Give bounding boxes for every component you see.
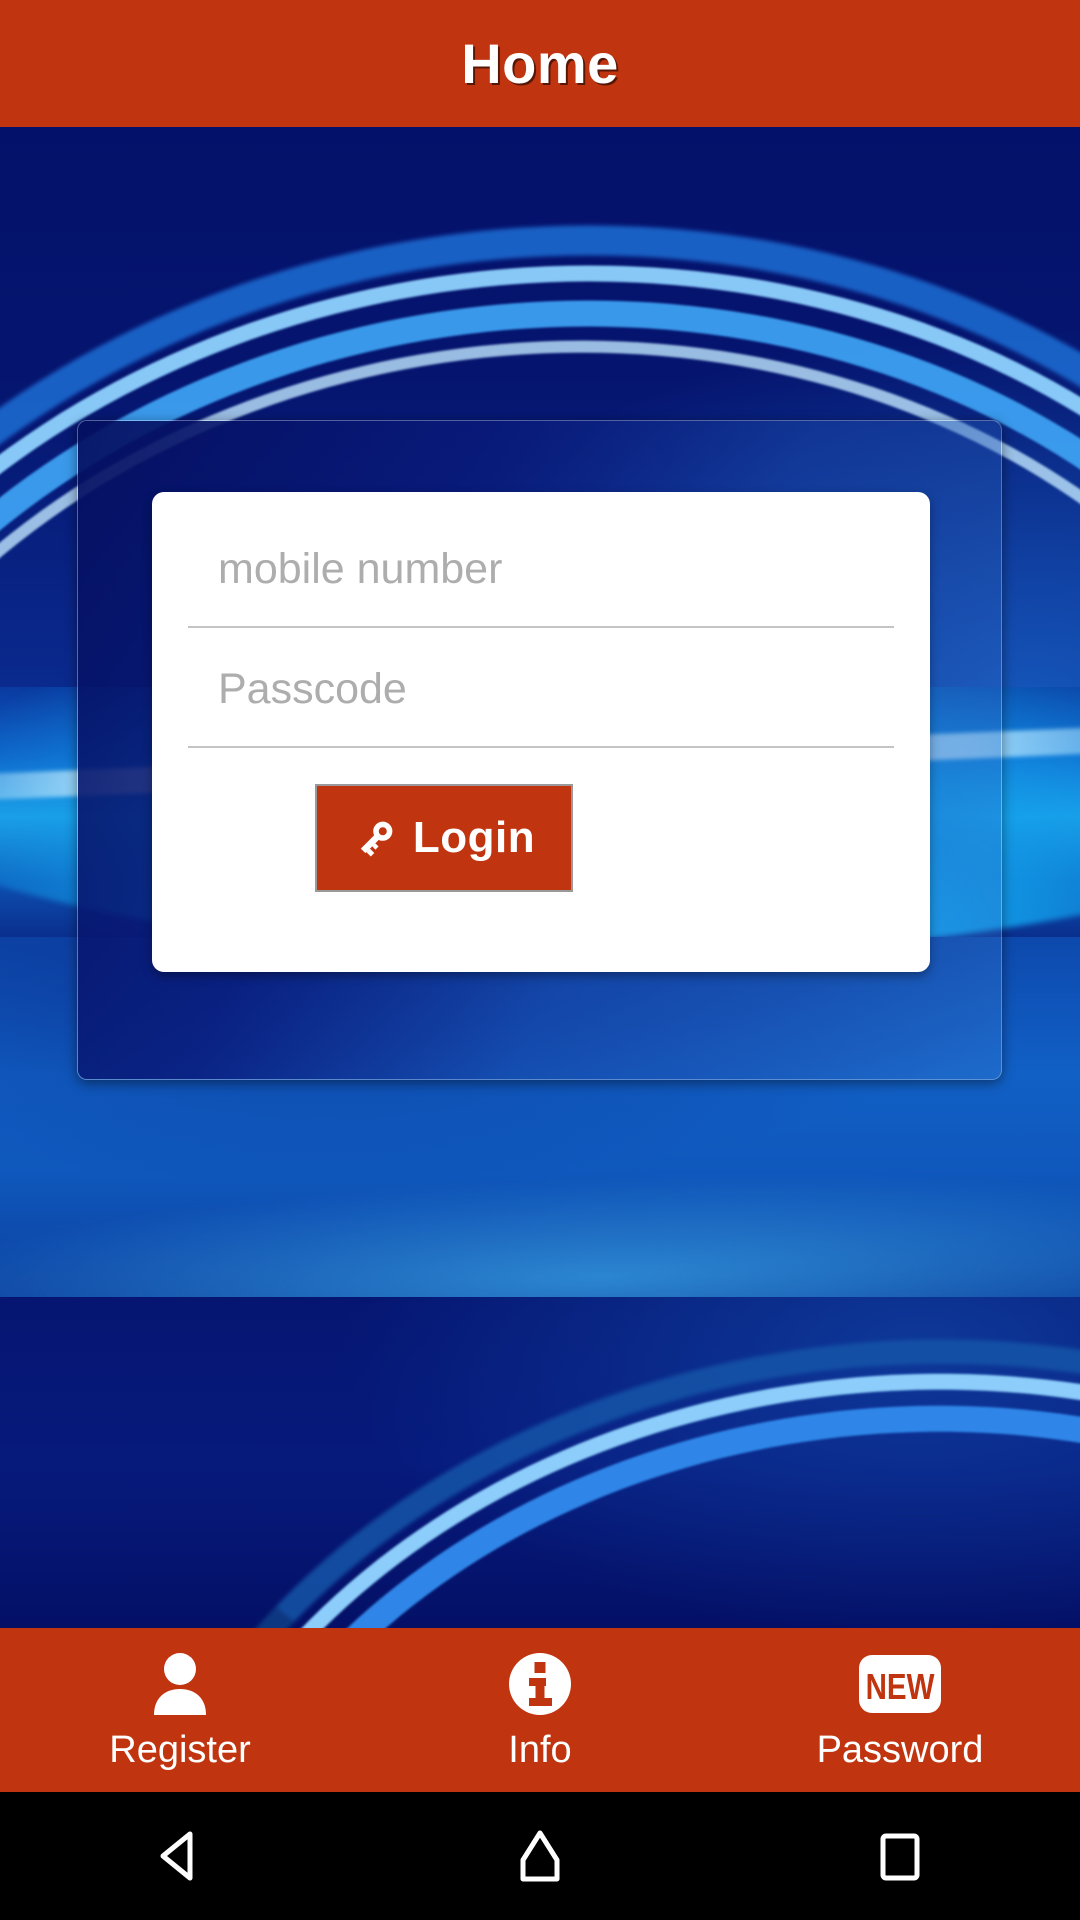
login-button-label: Login (412, 813, 536, 862)
tab-password-label: Password (816, 1728, 984, 1771)
login-card: Login (152, 492, 930, 972)
nav-home-button[interactable] (360, 1792, 720, 1920)
mobile-number-input[interactable] (188, 530, 894, 608)
login-button[interactable]: Login (315, 784, 573, 892)
passcode-field (188, 650, 894, 748)
app-bar: Home (0, 0, 1080, 127)
tab-password[interactable]: NEW Password (720, 1628, 1080, 1792)
triangle-back-icon (160, 1831, 193, 1881)
page-title: Home (461, 32, 619, 95)
info-icon-wrap (505, 1649, 575, 1719)
mobile-number-field (188, 530, 894, 628)
new-badge-wrap: NEW (855, 1649, 945, 1719)
nav-back-button[interactable] (0, 1792, 360, 1920)
new-badge-text: NEW (866, 1666, 936, 1706)
passcode-input[interactable] (188, 650, 894, 728)
tab-info-label: Info (508, 1728, 572, 1771)
home-outline-icon (520, 1830, 560, 1882)
mobile-number-underline (188, 626, 894, 628)
phone-screen: Home mobile number Passcode Login Regist… (0, 0, 1080, 1920)
system-navigation-bar (0, 1792, 1080, 1920)
tab-info[interactable]: Info (360, 1628, 720, 1792)
tab-register[interactable]: Register (0, 1628, 360, 1792)
wallpaper-band-bottom (0, 1297, 1080, 1628)
bottom-tab-bar: Register Info NEW Password (0, 1628, 1080, 1792)
mid-band-glow (0, 1150, 1080, 1297)
nav-recents-button[interactable] (720, 1792, 1080, 1920)
new-badge-icon: NEW (859, 1654, 941, 1713)
info-circle-icon (509, 1652, 571, 1715)
square-recents-icon (880, 1833, 920, 1881)
person-icon (154, 1652, 206, 1715)
person-icon-wrap (145, 1649, 215, 1719)
passcode-underline (188, 746, 894, 748)
key-icon (360, 821, 393, 857)
tab-register-label: Register (109, 1728, 251, 1771)
